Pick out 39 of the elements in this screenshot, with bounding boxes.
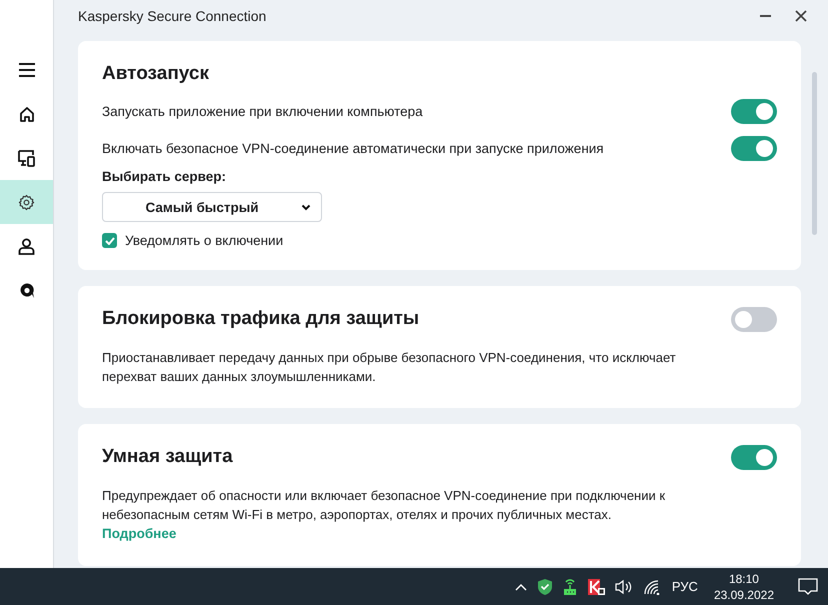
account-icon <box>18 238 35 254</box>
minimize-icon <box>760 15 770 17</box>
chevron-up-icon[interactable] <box>514 582 527 590</box>
router-icon[interactable] <box>562 578 577 596</box>
field-label: Выбирать сервер: <box>102 169 227 184</box>
checkbox-label: Уведомлять о включении <box>125 233 284 248</box>
clock[interactable]: 18:10 23.09.2022 <box>714 570 774 602</box>
check-icon <box>104 236 114 244</box>
antivirus-icon[interactable] <box>586 578 605 596</box>
section-title: Умная защита <box>102 446 233 468</box>
toggle-switch[interactable] <box>731 444 777 470</box>
toggle-switch[interactable] <box>731 306 777 332</box>
speaker-icon[interactable] <box>614 578 633 594</box>
toggle-switch[interactable] <box>731 136 777 161</box>
language-indicator[interactable]: РУС <box>672 579 698 594</box>
clock-time: 18:10 <box>728 570 759 586</box>
settings-icon <box>18 194 35 210</box>
menu-icon <box>18 62 36 78</box>
devices-icon <box>18 150 36 166</box>
notifications-icon[interactable] <box>798 578 818 596</box>
wifi-icon[interactable] <box>642 578 660 594</box>
scrollbar-thumb[interactable] <box>812 72 817 235</box>
setting-label: Запускать приложение при включении компьютера <box>102 104 423 119</box>
setting-label: Включать безопасное VPN-соединение автоматически при запуске приложения <box>102 141 604 156</box>
section-description: Приостанавливает передачу данных при обрыве безопасного VPN-соединения, что исключает перехват ваших данных злоумышленниками. <box>102 349 677 386</box>
clock-date: 23.09.2022 <box>714 586 774 602</box>
section-title: Блокировка трафика для защиты <box>102 308 420 330</box>
home-icon <box>18 106 34 122</box>
toggle-switch[interactable] <box>731 99 777 124</box>
server-dropdown[interactable]: Самый быстрый <box>102 192 322 222</box>
checkbox[interactable] <box>102 233 117 248</box>
section-description: Предупреждает об опасности или включает безопасное VPN-соединение при подключении к небезопасным сетям Wi-Fi в метро, аэропортах, отелях и прочих публичных местах. <box>102 487 666 524</box>
close-icon <box>795 10 807 22</box>
chevron-down-icon <box>301 204 311 210</box>
section-title: Автозапуск <box>102 63 209 85</box>
window-title: Kaspersky Secure Connection <box>78 8 266 24</box>
sidebar-button[interactable] <box>0 180 53 224</box>
shield-icon[interactable] <box>536 578 553 596</box>
support-icon <box>18 282 34 298</box>
